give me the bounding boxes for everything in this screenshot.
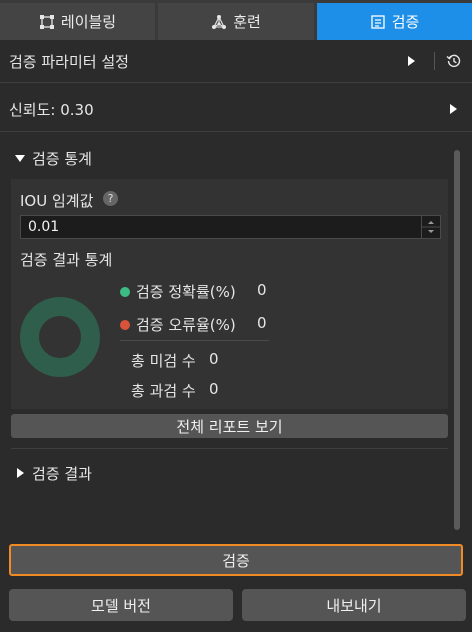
accuracy-value: 0 [257,281,267,299]
full-report-button[interactable]: 전체 리포트 보기 [11,414,448,438]
play-icon[interactable] [408,56,415,66]
tab-validation[interactable]: 검증 [317,3,472,40]
iou-stepper[interactable] [421,216,440,238]
tab-labeling[interactable]: 레이블링 [0,3,155,40]
missed-value: 0 [209,350,219,368]
accuracy-legend: 검증 정확률(%) [120,281,236,302]
iou-input[interactable]: 0.01 [20,215,441,239]
network-icon [211,14,227,30]
divider [0,82,472,83]
stats-section-title: 검증 통계 [32,149,92,168]
verify-button[interactable]: 검증 [9,544,463,576]
result-donut-chart [20,297,100,377]
divider [11,448,448,449]
help-icon[interactable]: ? [103,191,118,206]
accuracy-dot [120,286,130,297]
tab-training-label: 훈련 [233,13,261,31]
missed-label: 총 미검 수 [131,352,196,370]
document-icon [370,14,386,30]
history-icon[interactable] [446,53,462,73]
tab-validation-label: 검증 [391,13,420,31]
results-section-header[interactable]: 검증 결과 [0,459,472,487]
confidence-row[interactable]: 신뢰도: 0.30 [0,92,472,126]
param-settings-title: 검증 파라미터 설정 [9,52,129,71]
chevron-right-icon [17,468,24,478]
model-version-button[interactable]: 모델 버전 [9,589,233,621]
error-legend: 검증 오류율(%) [120,314,236,335]
tab-labeling-label: 레이블링 [60,13,117,31]
scrollbar-thumb[interactable] [454,150,460,530]
divider [120,340,269,341]
stats-section-header[interactable]: 검증 통계 [0,144,472,172]
confidence-label: 신뢰도: 0.30 [9,100,94,119]
divider [0,131,472,132]
label-box-icon [39,14,55,30]
tab-training[interactable]: 훈련 [158,3,314,40]
error-dot [120,319,130,330]
stats-panel: IOU 임계값 ? 0.01 검증 결과 통계 검증 정확률(%) 0 검증 오… [11,179,448,409]
play-icon[interactable] [450,104,457,114]
iou-label: IOU 임계값 [20,192,94,210]
export-button[interactable]: 내보내기 [242,589,466,621]
over-label: 총 과검 수 [131,382,196,400]
iou-input-value: 0.01 [28,219,60,235]
result-stats-title: 검증 결과 통계 [20,251,113,269]
over-value: 0 [209,380,219,398]
scrollbar[interactable] [451,145,463,538]
chevron-down-icon [15,154,25,162]
separator [434,52,435,70]
accuracy-label: 검증 정확률(%) [136,283,236,301]
error-label: 검증 오류율(%) [136,316,236,334]
tab-bar: 레이블링 훈련 검증 [0,0,472,40]
error-value: 0 [257,314,267,332]
param-settings-row[interactable]: 검증 파라미터 설정 [0,44,472,78]
results-section-title: 검증 결과 [32,464,92,483]
stepper-arrows-icon[interactable] [422,216,440,238]
